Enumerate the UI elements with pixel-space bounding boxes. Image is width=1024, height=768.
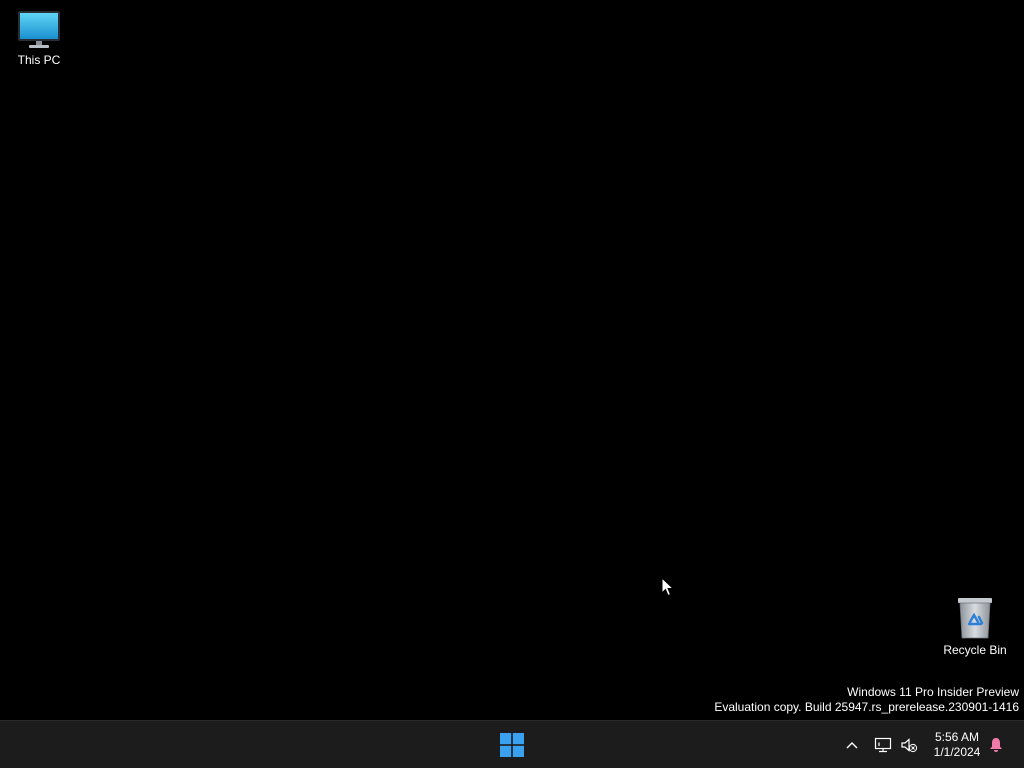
mouse-cursor-icon <box>661 577 675 597</box>
chevron-up-icon <box>846 741 858 748</box>
watermark-edition: Windows 11 Pro Insider Preview <box>847 685 1019 699</box>
desktop-icon-recycle-bin[interactable]: Recycle Bin <box>937 596 1013 657</box>
show-hidden-icons-button[interactable] <box>840 721 864 768</box>
volume-muted-icon <box>901 737 918 752</box>
monitor-icon <box>18 11 60 48</box>
network-icon <box>874 737 892 752</box>
network-button[interactable] <box>872 721 894 768</box>
clock-time: 5:56 AM <box>934 729 980 744</box>
volume-button[interactable] <box>898 721 920 768</box>
evaluation-watermark: Windows 11 Pro Insider Preview Evaluatio… <box>714 685 1019 715</box>
clock-date: 1/1/2024 <box>933 744 981 759</box>
taskbar: 5:56 AM 1/1/2024 <box>0 720 1024 768</box>
desktop[interactable]: This PC Recycle Bin Windows 11 Pro Insid… <box>0 0 1024 720</box>
watermark-build: Evaluation copy. Build 25947.rs_prerelea… <box>714 700 1019 714</box>
windows-logo-icon <box>500 733 524 757</box>
desktop-icon-label: Recycle Bin <box>943 643 1007 657</box>
bell-icon <box>990 737 1002 752</box>
clock-button[interactable]: 5:56 AM 1/1/2024 <box>924 721 990 768</box>
desktop-icon-this-pc[interactable]: This PC <box>1 10 77 67</box>
recycle-bin-icon <box>958 598 992 639</box>
desktop-icon-label: This PC <box>17 53 61 67</box>
notifications-button[interactable] <box>985 721 1007 768</box>
start-button[interactable] <box>492 725 532 765</box>
